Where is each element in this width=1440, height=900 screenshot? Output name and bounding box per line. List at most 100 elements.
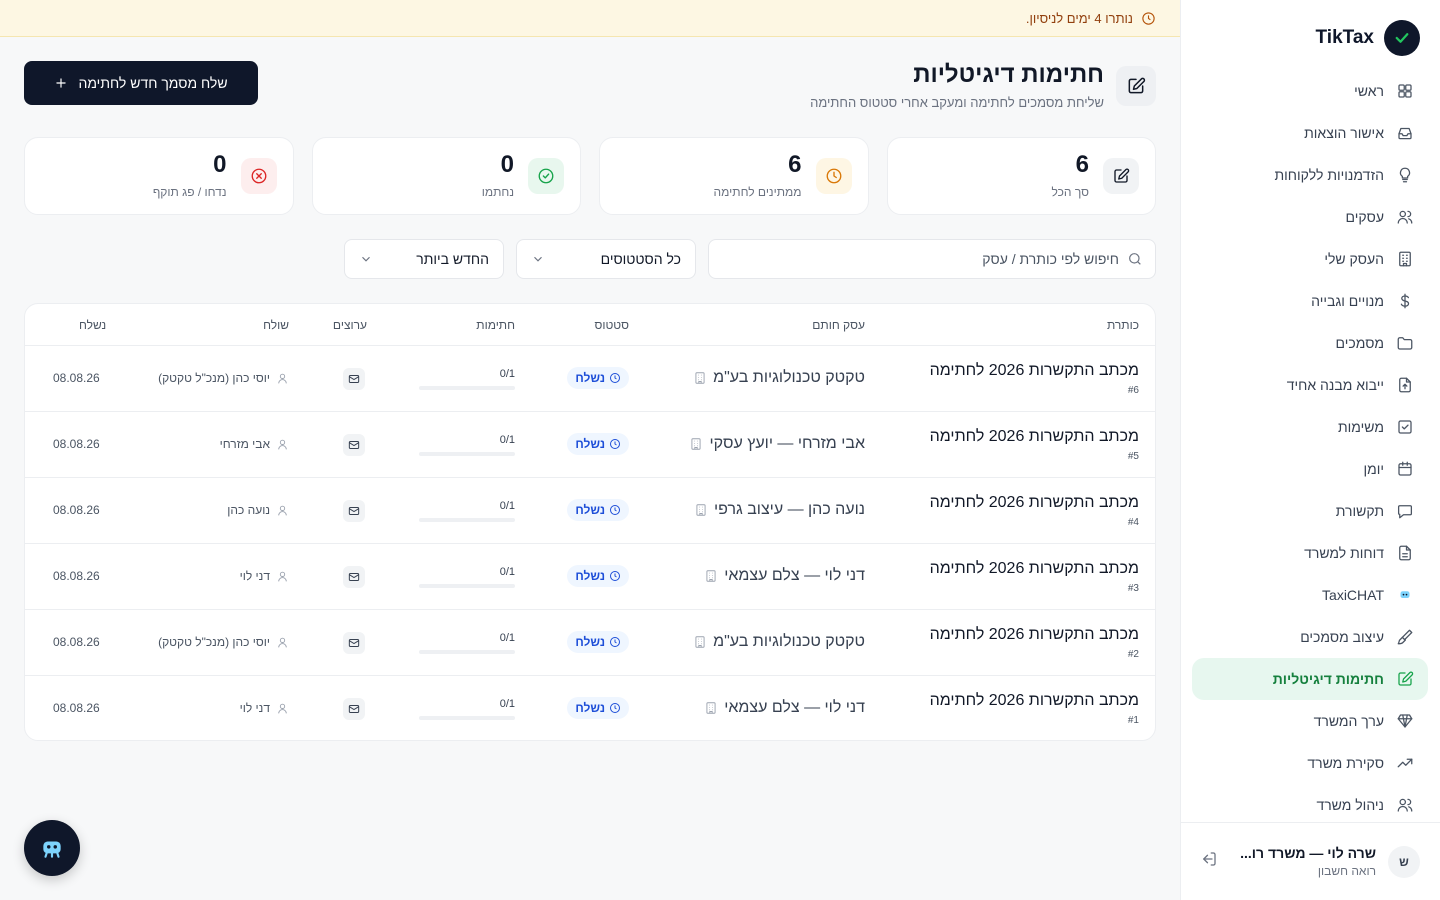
sidebar-item-file-upload[interactable]: ייבוא מבנה אחיד: [1192, 364, 1428, 406]
sidebar-item-lightbulb[interactable]: הזדמנויות ללקוחות: [1192, 154, 1428, 196]
user-icon: [278, 571, 287, 581]
stat-label: סך הכל: [1051, 185, 1089, 199]
search-box[interactable]: [708, 239, 1156, 279]
table-row[interactable]: מכתב התקשרות 2026 לחתימה #3 דני לוי — צל…: [25, 544, 1155, 610]
signatures-count: 0/1: [499, 632, 515, 644]
status-badge: נשלח: [567, 697, 629, 719]
logout-icon[interactable]: [1200, 850, 1218, 873]
sidebar: TikTax ראשי אישור הוצאות הזדמנויות ללקוחות…: [1180, 0, 1440, 900]
building-icon: [695, 372, 705, 384]
email-channel-icon[interactable]: [343, 368, 365, 390]
status-badge: נשלח: [567, 499, 629, 521]
chat-icon: [1397, 505, 1413, 519]
email-channel-icon[interactable]: [343, 566, 365, 588]
trial-text: נותרו 4 ימים לניסיון.: [1025, 10, 1133, 26]
check-circle-icon: [528, 158, 564, 194]
x-circle-icon: [240, 158, 277, 194]
document-title[interactable]: מכתב התקשרות 2026 לחתימה: [930, 494, 1139, 512]
stat-card[interactable]: 6 סך הכל: [886, 137, 1156, 215]
lightbulb-icon: [1399, 167, 1411, 183]
table-row[interactable]: מכתב התקשרות 2026 לחתימה #5 אבי מזרחי — …: [25, 412, 1155, 478]
col-signatures[interactable]: חתימות: [476, 318, 515, 332]
status-text: נשלח: [575, 503, 605, 517]
sidebar-item-chat[interactable]: תקשורת: [1192, 490, 1428, 532]
email-channel-icon[interactable]: [343, 698, 365, 720]
team-icon: [1397, 798, 1413, 812]
send-new-document-label: שלח מסמך חדש לחתימה: [78, 75, 228, 91]
col-status[interactable]: סטטוס: [594, 318, 629, 332]
col-title[interactable]: כותרת: [1107, 318, 1139, 332]
document-title[interactable]: מכתב התקשרות 2026 לחתימה: [930, 626, 1139, 644]
sidebar-item-report[interactable]: דוחות למשרד: [1192, 532, 1428, 574]
table-row[interactable]: מכתב התקשרות 2026 לחתימה #4 נועה כהן — ע…: [25, 478, 1155, 544]
sidebar-item-checkbox[interactable]: משימות: [1192, 406, 1428, 448]
stat-card[interactable]: 0 נחתמו: [311, 137, 581, 215]
send-new-document-button[interactable]: שלח מסמך חדש לחתימה: [24, 61, 258, 105]
stat-card[interactable]: 0 נדחו / פג תוקף: [24, 137, 294, 215]
sidebar-item-folder[interactable]: מסמכים: [1192, 322, 1428, 364]
signatures-progress: 0/1: [419, 434, 515, 456]
progress-bar: [419, 518, 515, 522]
user-box: ש שרה לוי — משרד רו... רואה חשבון: [1180, 822, 1440, 900]
document-title[interactable]: מכתב התקשרות 2026 לחתימה: [930, 428, 1139, 446]
col-channels[interactable]: ערוצים: [333, 318, 367, 332]
table-row[interactable]: מכתב התקשרות 2026 לחתימה #1 דני לוי — צל…: [25, 676, 1155, 740]
sidebar-item-label: עסקים: [1345, 209, 1384, 225]
status-text: נשלח: [575, 437, 605, 451]
user-icon: [278, 505, 287, 515]
search-input[interactable]: [721, 251, 1119, 267]
sidebar-item-label: העסק שלי: [1324, 251, 1384, 267]
stat-value: 6: [1075, 151, 1089, 178]
dollar-icon: [1400, 293, 1410, 309]
sidebar-item-building[interactable]: העסק שלי: [1192, 238, 1428, 280]
sidebar-item-dollar[interactable]: מנויים וגבייה: [1192, 280, 1428, 322]
business-name: דני לוי — צלם עצמאי: [724, 567, 865, 584]
stat-card[interactable]: 6 ממתינים לחתימה: [599, 137, 869, 215]
avatar[interactable]: ש: [1388, 845, 1420, 878]
filters-bar: כל הסטטוסים החדש ביותר: [24, 239, 1156, 279]
sidebar-item-users[interactable]: עסקים: [1192, 196, 1428, 238]
sidebar-item-calendar[interactable]: יומן: [1192, 448, 1428, 490]
col-sender[interactable]: שולח: [263, 318, 289, 332]
sent-date: 08.08.26: [53, 503, 100, 517]
sidebar-item-trending[interactable]: סקירת משרד: [1192, 742, 1428, 784]
brand[interactable]: TikTax: [1316, 20, 1420, 56]
sidebar-item-signature[interactable]: חתימות דיגיטליות: [1192, 658, 1428, 700]
status-badge: נשלח: [567, 631, 629, 653]
signature-icon: [1116, 65, 1156, 106]
col-business[interactable]: עסק חותם: [812, 318, 865, 332]
page-title: חתימות דיגיטליות: [913, 61, 1104, 88]
signatures-progress: 0/1: [419, 632, 515, 654]
email-channel-icon[interactable]: [343, 500, 365, 522]
sidebar-item-team[interactable]: ניהול משרד: [1192, 784, 1428, 826]
document-title[interactable]: מכתב התקשרות 2026 לחתימה: [930, 692, 1139, 710]
col-sent[interactable]: נשלח: [79, 318, 106, 332]
status-filter-select[interactable]: כל הסטטוסים: [516, 239, 696, 279]
clock-icon: [610, 703, 620, 713]
table-row[interactable]: מכתב התקשרות 2026 לחתימה #6 טקטק טכנולוג…: [25, 346, 1155, 412]
document-title[interactable]: מכתב התקשרות 2026 לחתימה: [930, 560, 1139, 578]
clock-icon: [610, 439, 620, 449]
sidebar-item-dashboard[interactable]: ראשי: [1192, 70, 1428, 112]
stat-value: 0: [500, 151, 514, 178]
taxichat-bot-button[interactable]: [24, 820, 80, 876]
stat-label: נחתמו: [481, 185, 514, 199]
calendar-icon: [1398, 461, 1412, 476]
sidebar-item-diamond[interactable]: ערך המשרד: [1192, 700, 1428, 742]
sidebar-item-inbox[interactable]: אישור הוצאות: [1192, 112, 1428, 154]
email-channel-icon[interactable]: [343, 434, 365, 456]
sort-select[interactable]: החדש ביותר: [344, 239, 504, 279]
sidebar-item-brush[interactable]: עיצוב מסמכים: [1192, 616, 1428, 658]
user-icon: [278, 373, 287, 383]
stat-label: ממתינים לחתימה: [713, 185, 802, 199]
sidebar-item-label: ייבוא מבנה אחיד: [1286, 377, 1384, 393]
sidebar-item-label: הזדמנויות ללקוחות: [1274, 167, 1384, 183]
sent-date: 08.08.26: [53, 701, 100, 715]
sender: דני לוי: [240, 569, 289, 583]
email-channel-icon[interactable]: [343, 632, 365, 654]
signatures-count: 0/1: [499, 434, 515, 446]
table-row[interactable]: מכתב התקשרות 2026 לחתימה #2 טקטק טכנולוג…: [25, 610, 1155, 676]
sidebar-item-label: ערך המשרד: [1313, 713, 1384, 729]
document-title[interactable]: מכתב התקשרות 2026 לחתימה: [930, 362, 1139, 380]
sidebar-item-bot[interactable]: TaxiCHAT: [1192, 574, 1428, 616]
